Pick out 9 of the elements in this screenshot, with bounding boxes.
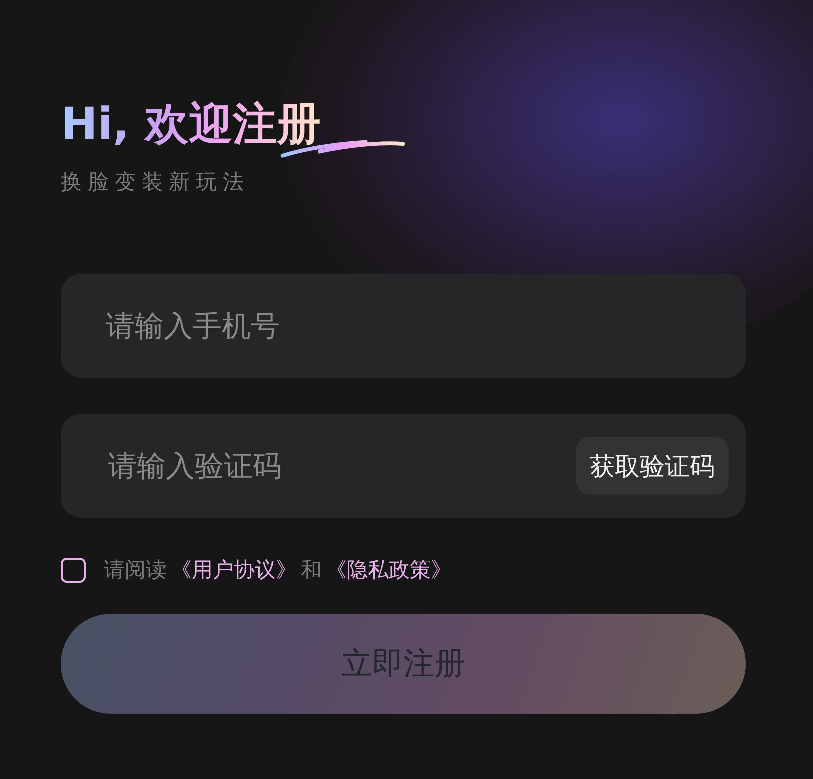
agreement-text: 和	[301, 557, 322, 584]
agreement-checkbox[interactable]	[61, 558, 86, 582]
agreement-link[interactable]: 《用户协议》	[171, 556, 297, 584]
code-input-field[interactable]: 请输入验证码 获取验证码	[61, 414, 746, 518]
get-code-button[interactable]: 获取验证码	[576, 437, 729, 495]
agreement-link[interactable]: 《隐私政策》	[326, 556, 452, 584]
agreement-text: 请阅读	[104, 557, 167, 584]
subtitle: 换脸变装新玩法	[61, 169, 251, 196]
phone-input-field[interactable]: 请输入手机号	[61, 274, 746, 378]
